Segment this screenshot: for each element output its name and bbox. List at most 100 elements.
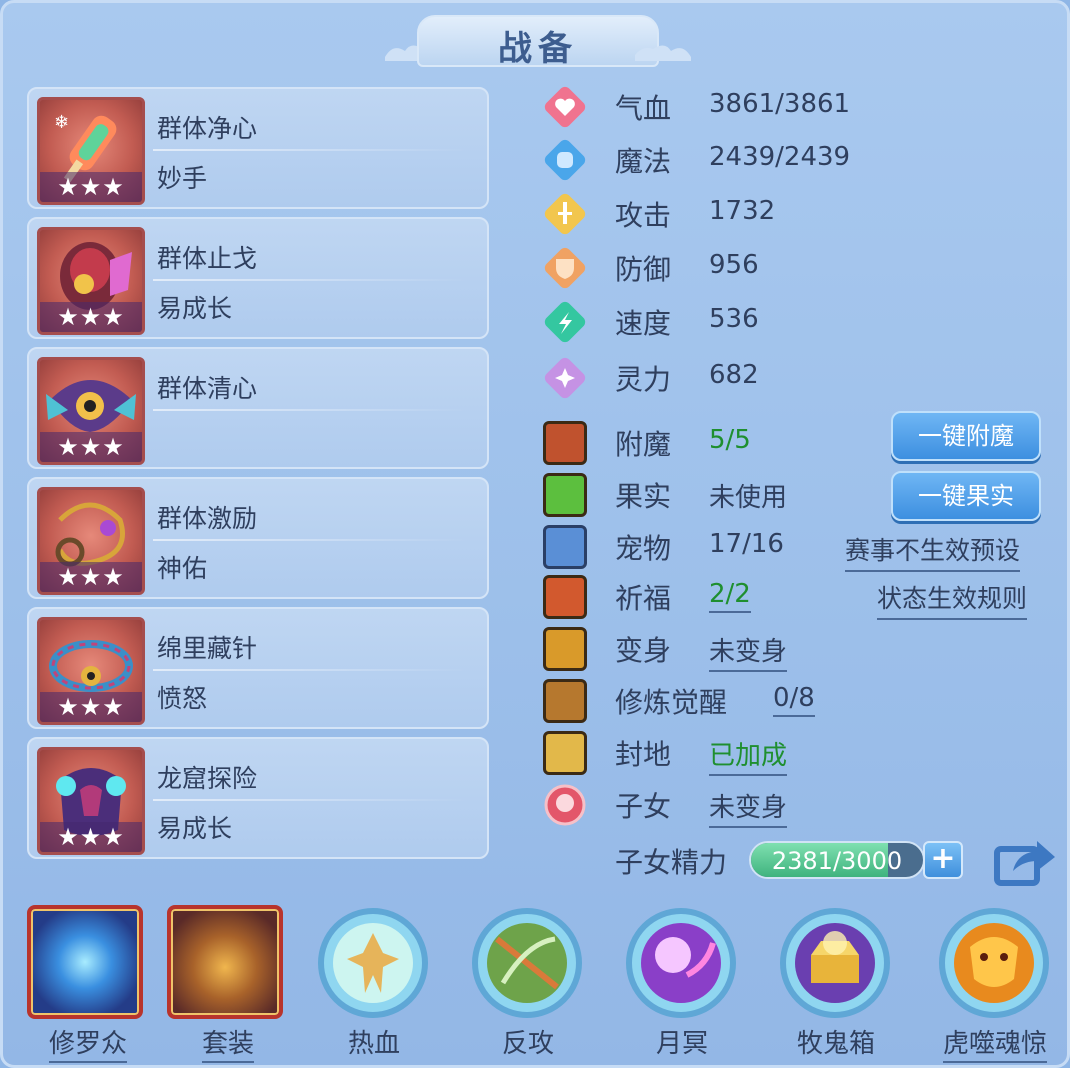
skill-card[interactable]: ★★★ 绵里藏针 愤怒 — [27, 607, 489, 729]
stat-label: 气血 — [615, 92, 672, 125]
state-rules-link[interactable]: 状态生效规则 — [877, 579, 1028, 620]
blue-orb-icon — [27, 905, 143, 1019]
add-energy-button[interactable]: + — [923, 841, 963, 879]
skill-name: 群体净心 — [157, 114, 258, 143]
speed-bolt-icon — [544, 301, 586, 343]
skill-name: 群体激励 — [157, 504, 258, 533]
gate-icon — [543, 731, 587, 775]
child-energy-bar: 2381/3000 — [749, 841, 925, 879]
pet-icon — [543, 525, 587, 569]
skill-stars: ★★★ — [40, 692, 142, 722]
popsicle-icon: ❄ ★★★ — [37, 97, 145, 205]
skill-trait: 易成长 — [157, 814, 233, 843]
stat-row-atk: 攻击 1732 — [541, 190, 1061, 238]
bless-icon — [543, 575, 587, 619]
divider — [153, 279, 467, 281]
stat-label: 魔法 — [615, 145, 672, 178]
transform-icon — [543, 627, 587, 671]
transform-value[interactable]: 未变身 — [709, 631, 788, 672]
child-value[interactable]: 未变身 — [709, 787, 788, 828]
match-preset-link[interactable]: 赛事不生效预设 — [845, 531, 1021, 572]
bottom-label: 修罗众 — [23, 1023, 153, 1063]
one-key-fruit-button[interactable]: 一键果实 — [891, 471, 1041, 521]
bottom-item-yueming[interactable]: 月冥 — [617, 903, 747, 1063]
enchant-value: 5/5 — [709, 425, 751, 455]
spirit-icon — [544, 357, 586, 399]
stat-label: 宠物 — [615, 532, 672, 565]
status-row-child: 子女 未变身 — [541, 781, 1061, 829]
fruit-value: 未使用 — [709, 483, 788, 513]
eye-mask-icon: ★★★ — [37, 357, 145, 465]
stat-label: 攻击 — [615, 199, 672, 232]
ring-icon: ★★★ — [37, 617, 145, 725]
skill-trait: 愤怒 — [157, 684, 208, 713]
heart-icon — [544, 86, 586, 128]
bottom-label: 月冥 — [655, 1029, 708, 1059]
pet-value: 17/16 — [709, 529, 784, 559]
skill-card[interactable]: ❄ ★★★ 群体净心 妙手 — [27, 87, 489, 209]
divider — [153, 799, 467, 801]
bottom-item-fangong[interactable]: 反攻 — [463, 903, 593, 1063]
bottom-label: 牧鬼箱 — [796, 1029, 875, 1059]
stat-label: 附魔 — [615, 428, 672, 461]
bottom-item-muguixiang[interactable]: 牧鬼箱 — [771, 903, 901, 1063]
skill-stars: ★★★ — [40, 432, 142, 462]
stat-label: 防御 — [615, 253, 672, 286]
stat-label: 灵力 — [615, 363, 672, 396]
stat-row-def: 防御 956 — [541, 244, 1061, 292]
fief-value[interactable]: 已加成 — [709, 735, 788, 776]
enchant-icon — [543, 421, 587, 465]
bottom-item-hushihunjing[interactable]: 虎噬魂惊 — [925, 903, 1065, 1063]
tiger-icon — [939, 908, 1049, 1018]
stat-value: 1732 — [709, 196, 776, 226]
skill-trait: 神佑 — [157, 554, 208, 583]
mana-drop-icon — [544, 139, 586, 181]
stat-value: 956 — [709, 250, 759, 280]
stat-value: 682 — [709, 360, 759, 390]
stat-label: 变身 — [615, 634, 672, 667]
awaken-value[interactable]: 0/8 — [773, 683, 815, 717]
bottom-label: 热血 — [347, 1029, 400, 1059]
bottom-label: 套装 — [163, 1023, 293, 1063]
skill-card[interactable]: ★★★ 龙窟探险 易成长 — [27, 737, 489, 859]
gold-chest-icon — [780, 908, 890, 1018]
stat-row-spd: 速度 536 — [541, 298, 1061, 346]
bottom-item-suit[interactable]: 套装 — [163, 903, 293, 1063]
stat-label: 子女精力 — [615, 846, 728, 879]
divider — [153, 669, 467, 671]
skill-card[interactable]: ★★★ 群体止戈 易成长 — [27, 217, 489, 339]
skill-card[interactable]: ★★★ 群体激励 神佑 — [27, 477, 489, 599]
divider — [153, 409, 467, 411]
meditation-icon — [543, 679, 587, 723]
skill-name: 绵里藏针 — [157, 634, 258, 663]
stat-value: 2439/2439 — [709, 142, 851, 172]
share-icon[interactable] — [993, 835, 1057, 887]
title-banner: 战备 — [383, 11, 693, 69]
bless-value[interactable]: 2/2 — [709, 579, 751, 613]
child-icon — [544, 784, 586, 826]
stat-row-mp: 魔法 2439/2439 — [541, 136, 1061, 184]
purple-moon-icon — [626, 908, 736, 1018]
skill-name: 群体清心 — [157, 374, 258, 403]
skill-trait: 易成长 — [157, 294, 233, 323]
bottom-item-rexue[interactable]: 热血 — [309, 903, 439, 1063]
stat-row-hp: 气血 3861/3861 — [541, 83, 1061, 131]
stat-label: 速度 — [615, 307, 672, 340]
page-title: 战备 — [498, 29, 578, 69]
stat-value: 536 — [709, 304, 759, 334]
sword-icon — [544, 193, 586, 235]
bottom-item-xiuluo[interactable]: 修罗众 — [23, 903, 153, 1063]
divider — [153, 539, 467, 541]
skill-card[interactable]: ★★★ 群体清心 — [27, 347, 489, 469]
child-energy-value: 2381/3000 — [771, 847, 903, 875]
bracer-icon: ★★★ — [37, 227, 145, 335]
one-key-enchant-button[interactable]: 一键附魔 — [891, 411, 1041, 461]
status-row-child-energy: 子女精力 — [541, 837, 741, 885]
dragon-armor-icon: ★★★ — [37, 747, 145, 855]
bottom-label: 虎噬魂惊 — [925, 1023, 1065, 1063]
fruit-icon — [543, 473, 587, 517]
battle-prep-panel: 战备 ❄ ★★★ 群体净心 妙手 ★★★ 群体止戈 易成长 ★★★ 群体清心 ★… — [0, 0, 1070, 1068]
stat-value: 3861/3861 — [709, 89, 851, 119]
skill-trait: 妙手 — [157, 164, 208, 193]
treasure-pot-icon — [167, 905, 283, 1019]
